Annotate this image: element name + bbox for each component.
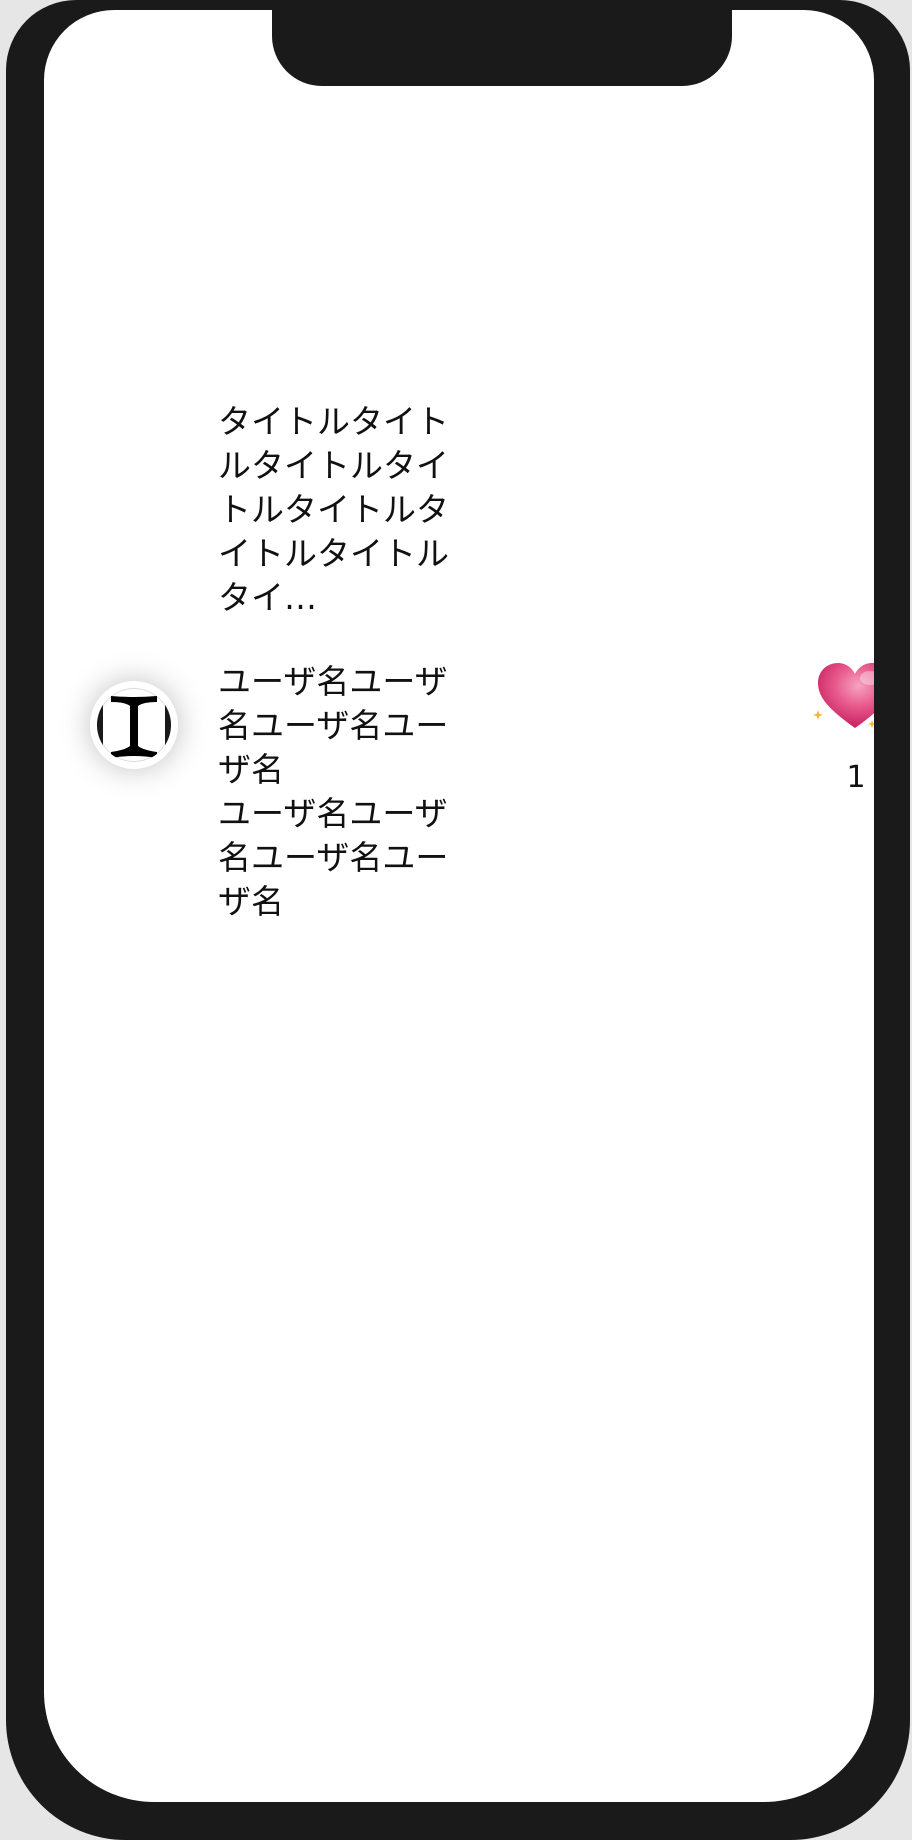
screen: タイトルタイトルタイトルタイトルタイトルタイトルタイトルタイ… ユーザ名ユーザ名… [44, 10, 874, 1802]
user-avatar[interactable] [90, 681, 178, 769]
device-frame: タイトルタイトルタイトルタイトルタイトルタイトルタイトルタイ… ユーザ名ユーザ名… [6, 0, 910, 1840]
post-title[interactable]: タイトルタイトルタイトルタイトルタイトルタイトルタイトルタイ… [218, 400, 458, 620]
notch [272, 10, 732, 86]
like-button[interactable] [810, 650, 874, 740]
avatar-image [97, 688, 171, 762]
sparkling-heart-icon [813, 663, 874, 728]
like-count: 1 [846, 760, 866, 795]
serif-i-cursor-icon [97, 688, 171, 762]
username[interactable]: ユーザ名ユーザ名ユーザ名ユーザ名 ユーザ名ユーザ名ユーザ名ユーザ名 [218, 660, 458, 924]
